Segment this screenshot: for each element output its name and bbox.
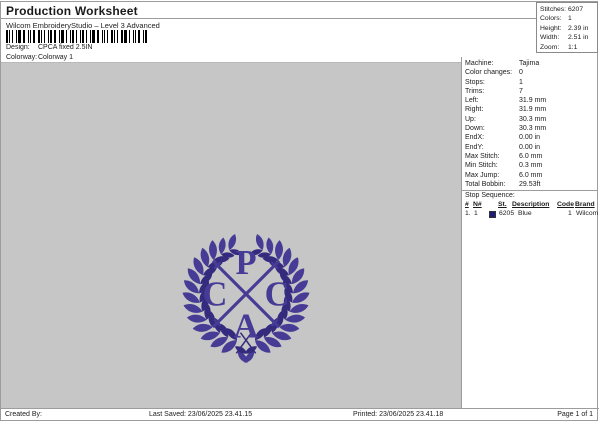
machine-info-row: Max Jump: 6.0 mm	[465, 171, 543, 179]
thread-color-swatch	[489, 211, 496, 218]
design-stats-box: Stitches: 6207 Colors: 1 Height: 2.39 in Width…	[536, 2, 598, 53]
seq-row-brand: Wilcom	[576, 210, 599, 217]
machine-info-row: Up: 30.3 mm	[465, 115, 547, 123]
machine-info-row: Color changes: 0	[465, 69, 523, 77]
machine-info-row: Trims: 7	[465, 87, 523, 95]
title-divider	[1, 18, 537, 19]
created-by-label: Created By:	[5, 411, 42, 418]
panel-divider	[461, 57, 462, 409]
barcode-image	[6, 30, 149, 43]
stop-sequence-divider	[462, 190, 598, 191]
footer-divider	[1, 408, 599, 409]
last-saved-text: Last Saved: 23/06/2025 23.41.15	[149, 411, 253, 418]
page-number: Page 1 of 1	[557, 411, 593, 418]
logo-letter-c-left: C	[202, 276, 227, 314]
machine-info-row: Total Bobbin: 29.53ft	[465, 180, 541, 188]
seq-row-code: 1	[568, 210, 572, 217]
machine-info-row: Down: 30.3 mm	[465, 125, 547, 133]
logo-letter-c-right: C	[265, 276, 290, 314]
col-header-needle: N#	[473, 201, 482, 208]
stats-row: Width: 2.51 in	[540, 34, 589, 42]
printed-text: Printed: 23/06/2025 23.41.18	[353, 411, 444, 418]
design-label: Design:	[6, 44, 30, 51]
seq-row-num: 1.	[465, 210, 471, 217]
stats-row: Colors: 1	[540, 15, 572, 23]
design-canvas: P C C A	[1, 62, 461, 409]
logo-letter-p: P	[235, 244, 256, 282]
logo-letter-a: A	[234, 307, 259, 345]
col-header-code: Code	[557, 201, 574, 208]
col-header-description: Description	[512, 201, 550, 208]
stats-row: Stitches: 6207	[540, 6, 584, 13]
machine-info-row: Min Stitch: 0.3 mm	[465, 162, 543, 170]
stop-sequence-title: Stop Sequence:	[465, 192, 515, 199]
col-header-num: #	[465, 201, 469, 208]
seq-row-description: Blue	[518, 210, 532, 217]
seq-row-needle: 1	[474, 210, 478, 217]
machine-info-row: Right: 31.9 mm	[465, 106, 547, 114]
stats-row: Height: 2.39 in	[540, 24, 589, 32]
col-header-stitches: St.	[498, 201, 507, 208]
machine-info-row: EndY: 0.00 in	[465, 143, 541, 151]
machine-info-row: Machine: Tajima	[465, 60, 540, 67]
machine-info-row: Max Stitch: 6.0 mm	[465, 152, 543, 160]
colorway-label: Colorway:	[6, 54, 38, 61]
machine-info-row: Stops: 1	[465, 78, 523, 86]
stats-row: Zoom: 1:1	[540, 43, 578, 51]
page-title: Production Worksheet	[6, 4, 138, 18]
col-header-brand: Brand	[575, 201, 595, 208]
machine-info-row: Left: 31.9 mm	[465, 97, 547, 105]
app-subtitle: Wilcom EmbroideryStudio – Level 3 Advanc…	[6, 21, 160, 30]
machine-info-row: EndX: 0.00 in	[465, 134, 541, 142]
worksheet-page: Production Worksheet Wilcom EmbroiderySt…	[0, 1, 599, 421]
seq-row-stitches: 6205	[499, 210, 515, 217]
cpca-wreath-logo: P C C A	[182, 234, 310, 363]
embroidery-design-preview: P C C A	[177, 225, 315, 363]
colorway-name: Colorway 1	[38, 54, 74, 61]
design-name: CPCA fixed 2.5IN	[38, 44, 93, 51]
machine-info-list: Machine: Tajima Color changes: 0 Stops: 1 Trim…	[465, 59, 597, 189]
